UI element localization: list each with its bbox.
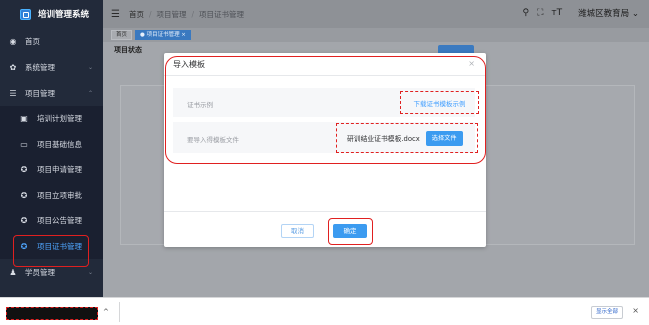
chevron-down-icon: ⌄ [87,63,93,71]
sidebar-item-certificate[interactable]: ✪ 项目证书管理 [0,234,103,260]
chevron-up-icon[interactable]: ^ [103,308,109,316]
sidebar-item-label: 项目申请管理 [37,165,82,175]
sidebar-item-label: 项目证书管理 [37,241,82,251]
form-row-certificate-example: 证书示例 下载证书模板示例 [173,88,479,117]
breadcrumb-separator: / [148,9,152,19]
form-label: 要导入得模板文件 [187,136,239,144]
dialog-title: 导入模板 [173,60,205,69]
chevron-up-icon: ⌃ [87,89,93,97]
tag-home[interactable]: 首页 [111,30,133,40]
sidebar-item-label: 项目管理 [25,88,55,98]
sidebar-item-home[interactable]: ◉ 首页 [0,28,103,54]
fullscreen-icon[interactable]: ⛶ [537,8,543,18]
sidebar-item-approval[interactable]: ✪ 项目立项审批 [0,183,103,209]
annotation-highlight-box: 确定 [328,218,373,245]
tags-view: 首页 ● 项目证书管理 × [103,28,649,42]
user-name: 潍城区教育局 [578,9,630,19]
sidebar-item-label: 系统管理 [25,62,55,72]
monitor-icon: ▭ [20,139,28,149]
close-icon[interactable]: × [632,306,639,315]
cancel-button[interactable]: 取消 [281,224,314,238]
dashboard-icon: ◉ [9,36,17,46]
plan-icon: ▣ [20,114,28,124]
hamburger-icon[interactable]: ☰ [111,9,120,20]
file-name: 研训结业证书模板.docx [347,135,420,143]
circle-icon: ✪ [20,165,28,175]
sidebar-item-students[interactable]: ♟ 学员管理 ⌄ [0,259,103,285]
sidebar-item-label: 培训计划管理 [37,114,82,124]
confirm-button[interactable]: 确定 [333,224,367,238]
sidebar-item-label: 学员管理 [25,267,55,277]
divider [164,75,486,76]
user-menu[interactable]: 潍城区教育局 ⌄ [570,7,639,19]
search-icon[interactable]: ⚲ [523,8,530,18]
circle-icon: ✪ [20,241,28,251]
sidebar-item-notice[interactable]: ✪ 项目公告管理 [0,208,103,234]
breadcrumb-separator: / [191,9,195,19]
breadcrumb-item[interactable]: 首页 [129,10,144,19]
sidebar-item-label: 首页 [25,36,40,46]
sidebar: 培训管理系统 ◉ 首页 ✿ 系统管理 ⌄ ☰ 项目管理 ⌃ ▣ 培训计划管理 ▭… [0,0,103,297]
breadcrumb-item: 项目管理 [156,9,187,19]
annotation-dashed-box: 下载证书模板示例 [400,91,479,114]
circle-icon: ✪ [20,190,28,200]
filter-label: 项目状态 [114,46,142,54]
annotation-dashed-box: 研训结业证书模板.docx 选择文件 [336,123,478,153]
download-template-link[interactable]: 下载证书模板示例 [414,98,466,108]
header-actions: ⚲ ⛶ ᴛT 潍城区教育局 ⌄ [515,7,640,19]
close-icon[interactable]: × [468,59,475,68]
sidebar-item-apply[interactable]: ✪ 项目申请管理 [0,157,103,183]
top-header: ☰ 首页 / 项目管理 / 项目证书管理 ⚲ ⛶ ᴛT 潍城区教育局 ⌄ [103,0,649,28]
circle-icon: ✪ [20,216,28,226]
list-icon: ☰ [9,88,17,98]
download-bar: ^ 显示全部 × [0,297,649,325]
sidebar-item-basic-info[interactable]: ▭ 项目基础信息 [0,132,103,158]
project-submenu: ▣ 培训计划管理 ▭ 项目基础信息 ✪ 项目申请管理 ✪ 项目立项审批 ✪ 项目… [0,106,103,259]
sidebar-item-label: 项目公告管理 [37,216,82,226]
form-row-import-file: 要导入得模板文件 研训结业证书模板.docx 选择文件 [173,122,478,153]
divider [164,211,486,212]
sidebar-item-plan[interactable]: ▣ 培训计划管理 [0,106,103,132]
breadcrumb: 首页 / 项目管理 / 项目证书管理 [129,9,244,20]
import-template-dialog: 导入模板 × 证书示例 下载证书模板示例 要导入得模板文件 研训结业证书模板.d… [164,53,486,247]
show-all-button[interactable]: 显示全部 [591,306,624,319]
user-icon: ♟ [9,267,17,277]
form-label: 证书示例 [187,101,213,109]
breadcrumb-item: 项目证书管理 [199,9,245,19]
divider [119,302,120,322]
tag-certificate[interactable]: ● 项目证书管理 × [135,30,191,40]
font-size-icon[interactable]: ᴛT [551,8,562,18]
chevron-down-icon: ⌄ [87,268,93,276]
sidebar-item-label: 项目基础信息 [37,139,82,149]
sidebar-item-system[interactable]: ✿ 系统管理 ⌄ [0,54,103,80]
brand[interactable]: 培训管理系统 [0,0,103,28]
brand-title: 培训管理系统 [38,10,90,20]
sidebar-item-project[interactable]: ☰ 项目管理 ⌃ [0,80,103,106]
app-root: 培训管理系统 ◉ 首页 ✿ 系统管理 ⌄ ☰ 项目管理 ⌃ ▣ 培训计划管理 ▭… [0,0,649,325]
choose-file-button[interactable]: 选择文件 [425,130,463,146]
logo-icon [20,8,31,20]
redacted-item [6,307,98,320]
gear-icon: ✿ [9,62,17,72]
sidebar-item-label: 项目立项审批 [37,190,82,200]
